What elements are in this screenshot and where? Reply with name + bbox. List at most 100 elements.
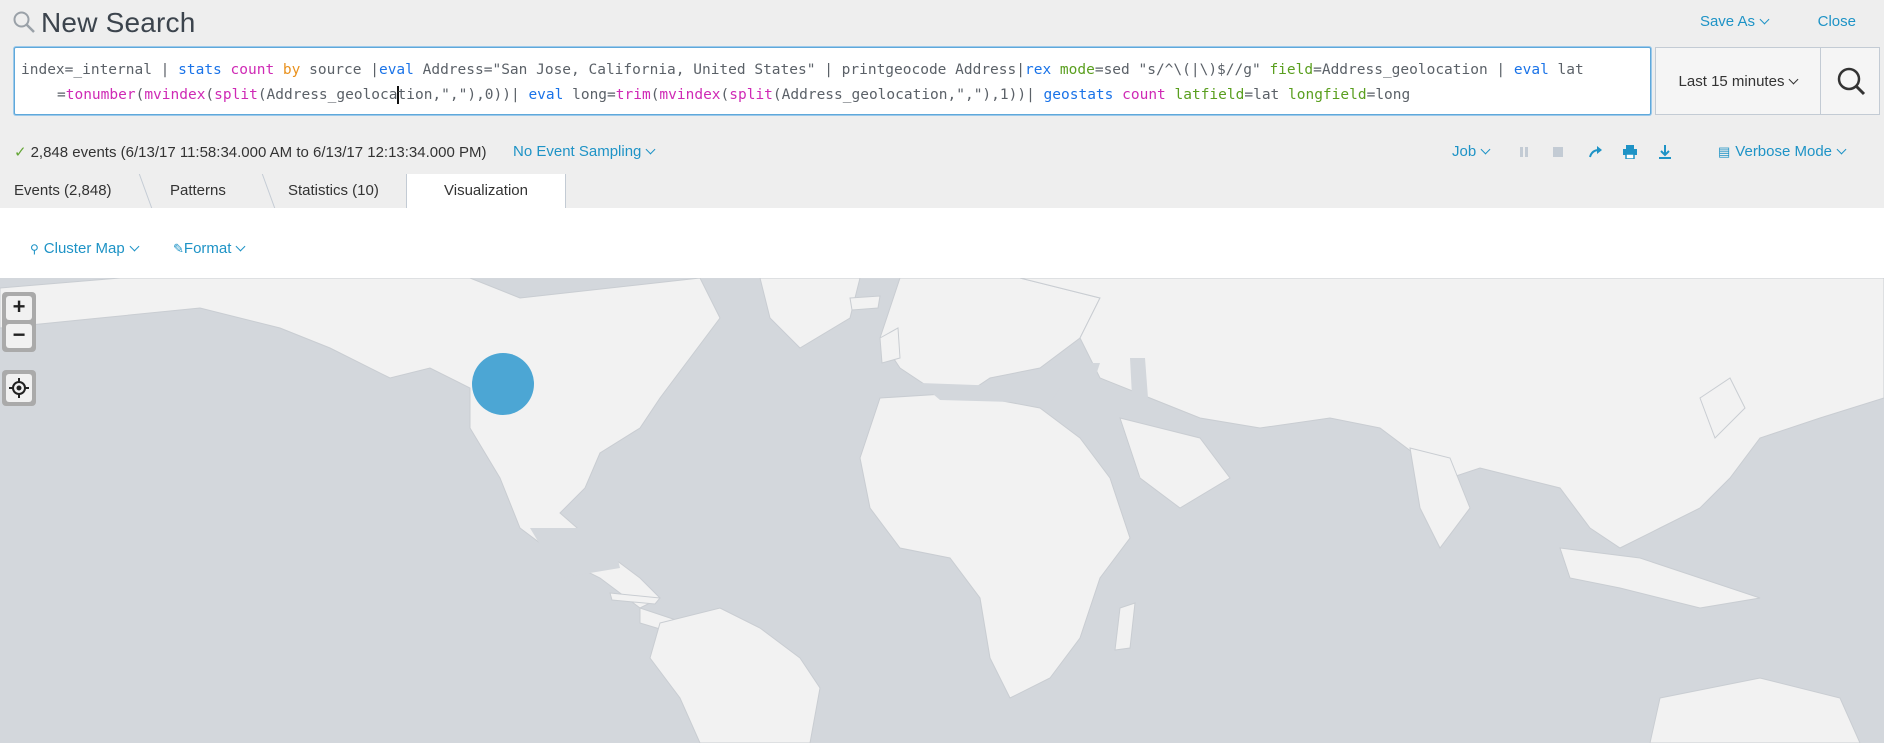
tab-events[interactable]: Events (2,848) bbox=[0, 174, 112, 208]
map-pin-icon: ⚲ bbox=[30, 242, 39, 256]
query-keyword: stats bbox=[178, 62, 222, 78]
format-menu[interactable]: ✎Format bbox=[173, 240, 246, 257]
query-text bbox=[1113, 87, 1122, 103]
search-query-input[interactable]: index=_internal | stats count by source … bbox=[14, 47, 1651, 115]
island-madagascar bbox=[1114, 602, 1136, 651]
checkmark-icon: ✓ bbox=[14, 144, 27, 161]
sea-mediterranean bbox=[920, 383, 1060, 403]
time-range-picker[interactable]: Last 15 minutes bbox=[1655, 47, 1821, 115]
continent-africa bbox=[859, 392, 1131, 699]
query-keyword: count bbox=[1122, 87, 1166, 103]
job-menu[interactable]: Job bbox=[1452, 143, 1491, 160]
continent-south-america bbox=[649, 607, 821, 743]
query-text bbox=[1166, 87, 1175, 103]
job-label: Job bbox=[1452, 143, 1477, 160]
document-icon: ▤ bbox=[1718, 144, 1731, 159]
tab-visualization[interactable]: Visualization bbox=[406, 174, 566, 209]
header: New Search Save As Close bbox=[0, 0, 1884, 46]
time-range-label: Last 15 minutes bbox=[1678, 73, 1785, 90]
query-keyword: trim bbox=[615, 87, 651, 103]
save-as-button[interactable]: Save As bbox=[1699, 13, 1770, 30]
query-keyword: field bbox=[1269, 62, 1314, 78]
query-text: source | bbox=[300, 62, 379, 78]
chevron-down-icon bbox=[129, 241, 140, 252]
visualization-type-label: Cluster Map bbox=[43, 240, 125, 257]
query-keyword: mvindex bbox=[144, 87, 206, 103]
query-keyword: tonumber bbox=[65, 87, 136, 103]
tab-statistics[interactable]: Statistics (10) bbox=[274, 174, 379, 208]
query-keyword: rex bbox=[1024, 62, 1052, 78]
region-arabia bbox=[1119, 417, 1231, 509]
close-button[interactable]: Close bbox=[1818, 13, 1856, 30]
search-bar: index=_internal | stats count by source … bbox=[14, 47, 1884, 119]
results-tabs: Events (2,848) Patterns Statistics (10) bbox=[0, 174, 1884, 209]
chevron-down-icon bbox=[1789, 74, 1799, 85]
query-text: ( bbox=[205, 87, 215, 103]
format-label: Format bbox=[183, 240, 232, 257]
query-keyword: latfield bbox=[1174, 87, 1245, 103]
page-title: New Search bbox=[41, 7, 196, 38]
query-text: index=_internal | bbox=[21, 62, 179, 78]
event-count-label: 2,848 events (6/13/17 11:58:34.000 AM to… bbox=[30, 144, 487, 161]
query-text: (Address_geoloca bbox=[257, 87, 398, 103]
share-icon[interactable] bbox=[1588, 145, 1604, 159]
locate-icon bbox=[9, 378, 29, 398]
query-text: long= bbox=[563, 87, 616, 103]
continent-australia bbox=[1649, 677, 1861, 743]
print-icon[interactable] bbox=[1622, 145, 1638, 159]
stop-icon[interactable] bbox=[1551, 145, 1565, 159]
cluster-map[interactable] bbox=[0, 278, 1884, 743]
sea-caspian bbox=[1130, 358, 1148, 398]
query-keyword: mvindex bbox=[659, 87, 721, 103]
chevron-down-icon bbox=[235, 241, 246, 252]
query-text bbox=[222, 62, 231, 78]
pause-icon[interactable] bbox=[1517, 145, 1531, 159]
job-status-bar: ✓ 2,848 events (6/13/17 11:58:34.000 AM t… bbox=[0, 138, 1884, 164]
query-keyword: mode bbox=[1059, 62, 1095, 78]
export-icon[interactable] bbox=[1657, 145, 1673, 159]
search-mode-dropdown[interactable]: ▤ Verbose Mode bbox=[1718, 143, 1847, 160]
query-keyword: split bbox=[729, 87, 773, 103]
visualization-type-picker[interactable]: ⚲ Cluster Map bbox=[30, 240, 140, 257]
query-text: = bbox=[57, 87, 66, 103]
query-text bbox=[1051, 62, 1060, 78]
cluster-marker[interactable] bbox=[472, 353, 534, 415]
query-text: Address="San Jose, California, United St… bbox=[413, 62, 1025, 78]
event-count-status: ✓ 2,848 events (6/13/17 11:58:34.000 AM t… bbox=[14, 143, 486, 161]
world-map[interactable] bbox=[0, 278, 1884, 743]
event-sampling-dropdown[interactable]: No Event Sampling bbox=[513, 143, 656, 160]
island-greenland bbox=[759, 278, 861, 349]
query-keyword: by bbox=[282, 62, 301, 78]
save-as-label: Save As bbox=[1699, 13, 1755, 30]
search-button[interactable] bbox=[1820, 47, 1880, 115]
chevron-down-icon bbox=[645, 144, 656, 155]
visualization-toolbar: ⚲ Cluster Map ✎Format bbox=[0, 208, 1884, 278]
zoom-in-button[interactable]: + bbox=[6, 296, 32, 320]
reset-view-button[interactable] bbox=[6, 374, 32, 402]
zoom-out-button[interactable]: − bbox=[6, 324, 32, 348]
query-keyword: count bbox=[230, 62, 275, 78]
query-text bbox=[274, 62, 283, 78]
query-text: =sed "s/^\(|\)$//g" bbox=[1094, 62, 1270, 78]
query-text: ( bbox=[135, 87, 145, 103]
chevron-down-icon bbox=[1759, 14, 1770, 25]
query-text: =lat bbox=[1244, 87, 1289, 103]
query-text: ( bbox=[720, 87, 730, 103]
zoom-controls: + − bbox=[2, 292, 36, 352]
tab-divider bbox=[138, 174, 153, 208]
continent-europe bbox=[879, 278, 1101, 399]
query-line-2: =tonumber(mvindex(split(Address_geolocat… bbox=[21, 83, 1642, 108]
query-keyword: eval bbox=[1513, 62, 1549, 78]
query-keyword: eval bbox=[528, 87, 564, 103]
island-iceland bbox=[849, 295, 881, 311]
search-icon bbox=[13, 11, 35, 33]
query-keyword: eval bbox=[378, 62, 414, 78]
query-keyword: split bbox=[214, 87, 258, 103]
query-text: =long bbox=[1366, 87, 1411, 103]
query-line-1: index=_internal | stats count by source … bbox=[21, 58, 1642, 83]
pencil-icon: ✎ bbox=[173, 241, 184, 256]
tab-patterns[interactable]: Patterns bbox=[156, 174, 226, 208]
query-text: (Address_geolocation,","),1))| bbox=[772, 87, 1044, 103]
query-text: tion,","),0))| bbox=[397, 87, 529, 103]
query-keyword: geostats bbox=[1043, 87, 1114, 103]
